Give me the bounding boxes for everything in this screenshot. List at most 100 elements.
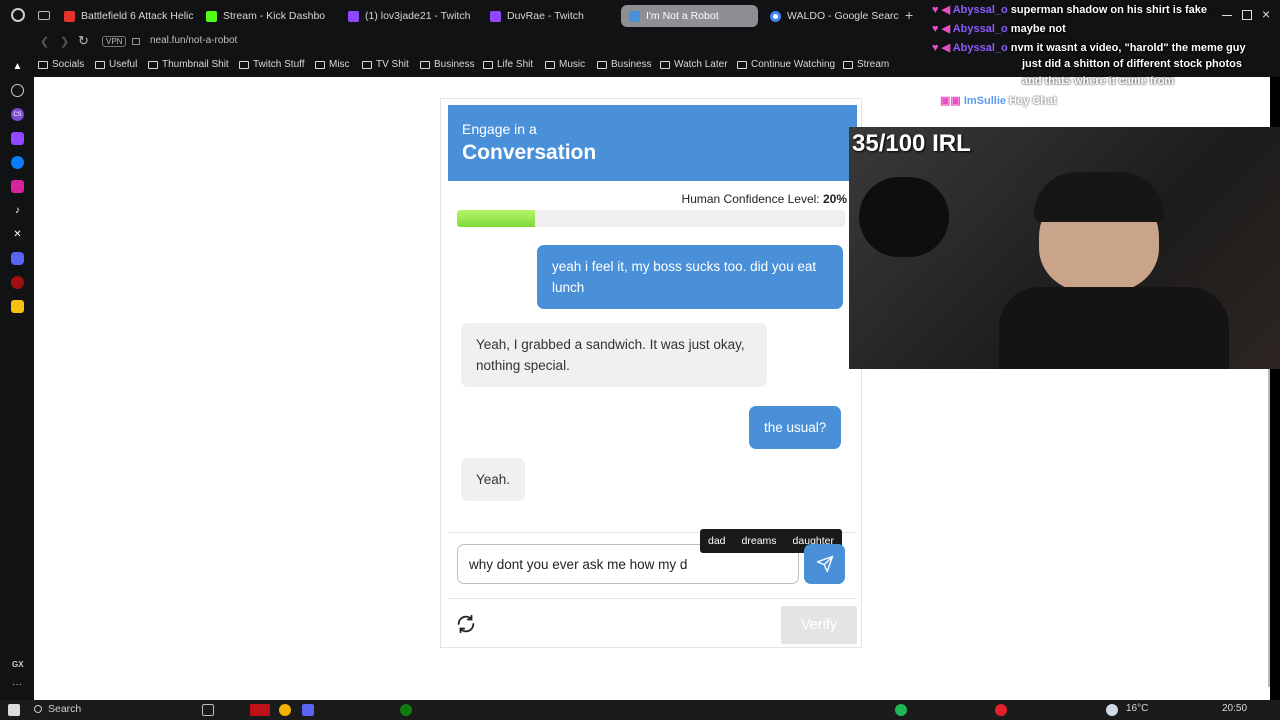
spotify-icon[interactable] — [895, 704, 907, 716]
tab-twitch-lov3jade21[interactable]: (1) lov3jade21 - Twitch — [340, 5, 478, 27]
card-header: Engage in a Conversation — [448, 105, 857, 181]
folder-icon — [362, 60, 372, 69]
close-window-button[interactable]: × — [1262, 6, 1270, 22]
taskbar-search[interactable]: Search — [34, 703, 81, 715]
suggestion-item[interactable]: dad — [700, 535, 734, 547]
folder-icon — [660, 60, 670, 69]
bot-message: Yeah, I grabbed a sandwich. It was just … — [461, 323, 767, 387]
chat-text: just did a shitton of different stock ph… — [1022, 58, 1242, 70]
bookmark-watch-later[interactable]: Watch Later — [660, 59, 728, 70]
folder-icon — [483, 60, 493, 69]
xbox-icon[interactable] — [400, 704, 412, 716]
tab-label: WALDO - Google Search — [787, 10, 899, 22]
discord-icon[interactable] — [11, 252, 24, 265]
tab-twitch-duvrae[interactable]: DuvRae - Twitch — [482, 5, 616, 27]
windows-start-icon[interactable] — [8, 704, 20, 716]
tab-battlefield[interactable]: Battlefield 6 Attack Helico — [56, 5, 193, 27]
folder-icon — [737, 60, 747, 69]
cs-icon[interactable]: CS — [11, 108, 24, 121]
chat-text: superman shadow on his shirt is fake — [1010, 4, 1208, 16]
chat-message: ♥ ◀ Abyssal_o superman shadow on his shi… — [932, 3, 1207, 16]
x-icon[interactable]: ✕ — [11, 228, 24, 241]
heart-icon: ♥ ◀ — [932, 42, 953, 54]
discord-icon[interactable] — [302, 704, 314, 716]
tiktok-icon[interactable]: ♪ — [11, 204, 24, 217]
bookmark-twitch-stuff[interactable]: Twitch Stuff — [239, 59, 305, 70]
tab-label: DuvRae - Twitch — [507, 10, 584, 22]
chat-text: maybe not — [1010, 23, 1066, 35]
messenger-icon[interactable] — [11, 156, 24, 169]
tab-not-a-robot[interactable]: I'm Not a Robot — [621, 5, 758, 27]
scrollbar[interactable] — [1268, 367, 1270, 687]
weather-text[interactable]: 16°C — [1126, 703, 1148, 714]
chat-text: Hey Chat — [1009, 95, 1057, 107]
chat-text: and thats where it came from — [1022, 75, 1175, 87]
forward-icon[interactable]: ❯ — [60, 35, 69, 48]
chat-message: ♥ ◀ Abyssal_o maybe not — [932, 22, 1066, 35]
opera-icon[interactable] — [995, 704, 1007, 716]
windows-taskbar: Search 16°C 20:50 — [0, 700, 1280, 720]
bookmark-label: Life Shit — [497, 59, 534, 70]
tab-google-search[interactable]: WALDO - Google Search — [762, 5, 899, 27]
reload-icon[interactable]: ↻ — [78, 33, 89, 49]
heart-icon: ♥ ◀ — [932, 23, 953, 35]
app-icon[interactable] — [250, 704, 270, 716]
more-icon[interactable]: ··· — [12, 679, 22, 690]
confidence-caption: Human Confidence Level: — [681, 192, 820, 206]
chrome-icon[interactable] — [279, 704, 291, 716]
tab-kick-dashboard[interactable]: Stream - Kick Dashbo — [198, 5, 336, 27]
aria-icon[interactable]: ▲ — [11, 60, 24, 73]
bookmark-label: Thumbnail Shit — [162, 59, 229, 70]
ublock-icon[interactable] — [11, 276, 24, 289]
bookmark-misc[interactable]: Misc — [315, 59, 350, 70]
folder-icon — [420, 60, 430, 69]
tab-label: Stream - Kick Dashbo — [223, 10, 326, 22]
notes-icon[interactable] — [11, 300, 24, 313]
send-button[interactable] — [804, 544, 845, 584]
youtube-icon — [64, 10, 75, 22]
divider — [449, 598, 855, 599]
chat-text: nvm it wasnt a video, "harold" the meme … — [1010, 42, 1246, 54]
bookmark-life-shit[interactable]: Life Shit — [483, 59, 533, 70]
clock[interactable]: 20:50 — [1222, 703, 1247, 714]
new-tab-button[interactable]: + — [905, 7, 913, 23]
chat-message-continued: and thats where it came from — [1022, 75, 1174, 87]
verify-button[interactable]: Verify — [781, 606, 857, 644]
minimize-button[interactable] — [1222, 15, 1232, 16]
bookmark-label: Continue Watching — [751, 59, 836, 70]
bookmark-useful[interactable]: Useful — [95, 59, 137, 70]
url-field[interactable]: neal.fun/not-a-robot — [150, 35, 237, 46]
captcha-card: Engage in a Conversation Human Confidenc… — [440, 98, 862, 648]
bookmark-continue-watching[interactable]: Continue Watching — [737, 59, 835, 70]
bookmark-business[interactable]: Business — [420, 59, 475, 70]
maximize-button[interactable] — [1242, 10, 1252, 20]
bookmark-label: Watch Later — [674, 59, 728, 70]
bookmark-socials[interactable]: Socials — [38, 59, 84, 70]
bookmark-tv-shit[interactable]: TV Shit — [362, 59, 409, 70]
instagram-icon[interactable] — [11, 180, 24, 193]
twitch-icon — [348, 10, 359, 22]
header-title: Conversation — [462, 141, 597, 164]
bookmark-music[interactable]: Music — [545, 59, 585, 70]
chat-username: Abyssal_o — [952, 42, 1008, 54]
stream-overlay-text: 35/100 IRL — [852, 130, 971, 157]
refresh-icon[interactable] — [455, 613, 477, 635]
taskbar-search-label: Search — [48, 703, 82, 715]
bookmark-business-2[interactable]: Business — [597, 59, 652, 70]
bookmark-thumbnail-shit[interactable]: Thumbnail Shit — [148, 59, 229, 70]
confidence-bar-fill — [457, 210, 535, 227]
tab-overview-icon[interactable] — [38, 11, 50, 20]
chatgpt-icon[interactable] — [11, 84, 24, 97]
opera-logo-icon[interactable] — [11, 8, 25, 22]
send-icon — [816, 555, 833, 573]
suggestion-item[interactable]: dreams — [734, 535, 785, 547]
vpn-badge[interactable]: VPN — [102, 36, 127, 47]
twitch-icon[interactable] — [11, 132, 24, 145]
gx-label[interactable]: GX — [12, 660, 24, 669]
task-view-icon[interactable] — [202, 704, 214, 716]
tab-label: I'm Not a Robot — [646, 10, 719, 22]
neal-fun-icon — [629, 10, 640, 22]
back-icon[interactable]: ❮ — [40, 35, 49, 48]
folder-icon — [545, 60, 555, 69]
bookmark-stream[interactable]: Stream — [843, 59, 889, 70]
